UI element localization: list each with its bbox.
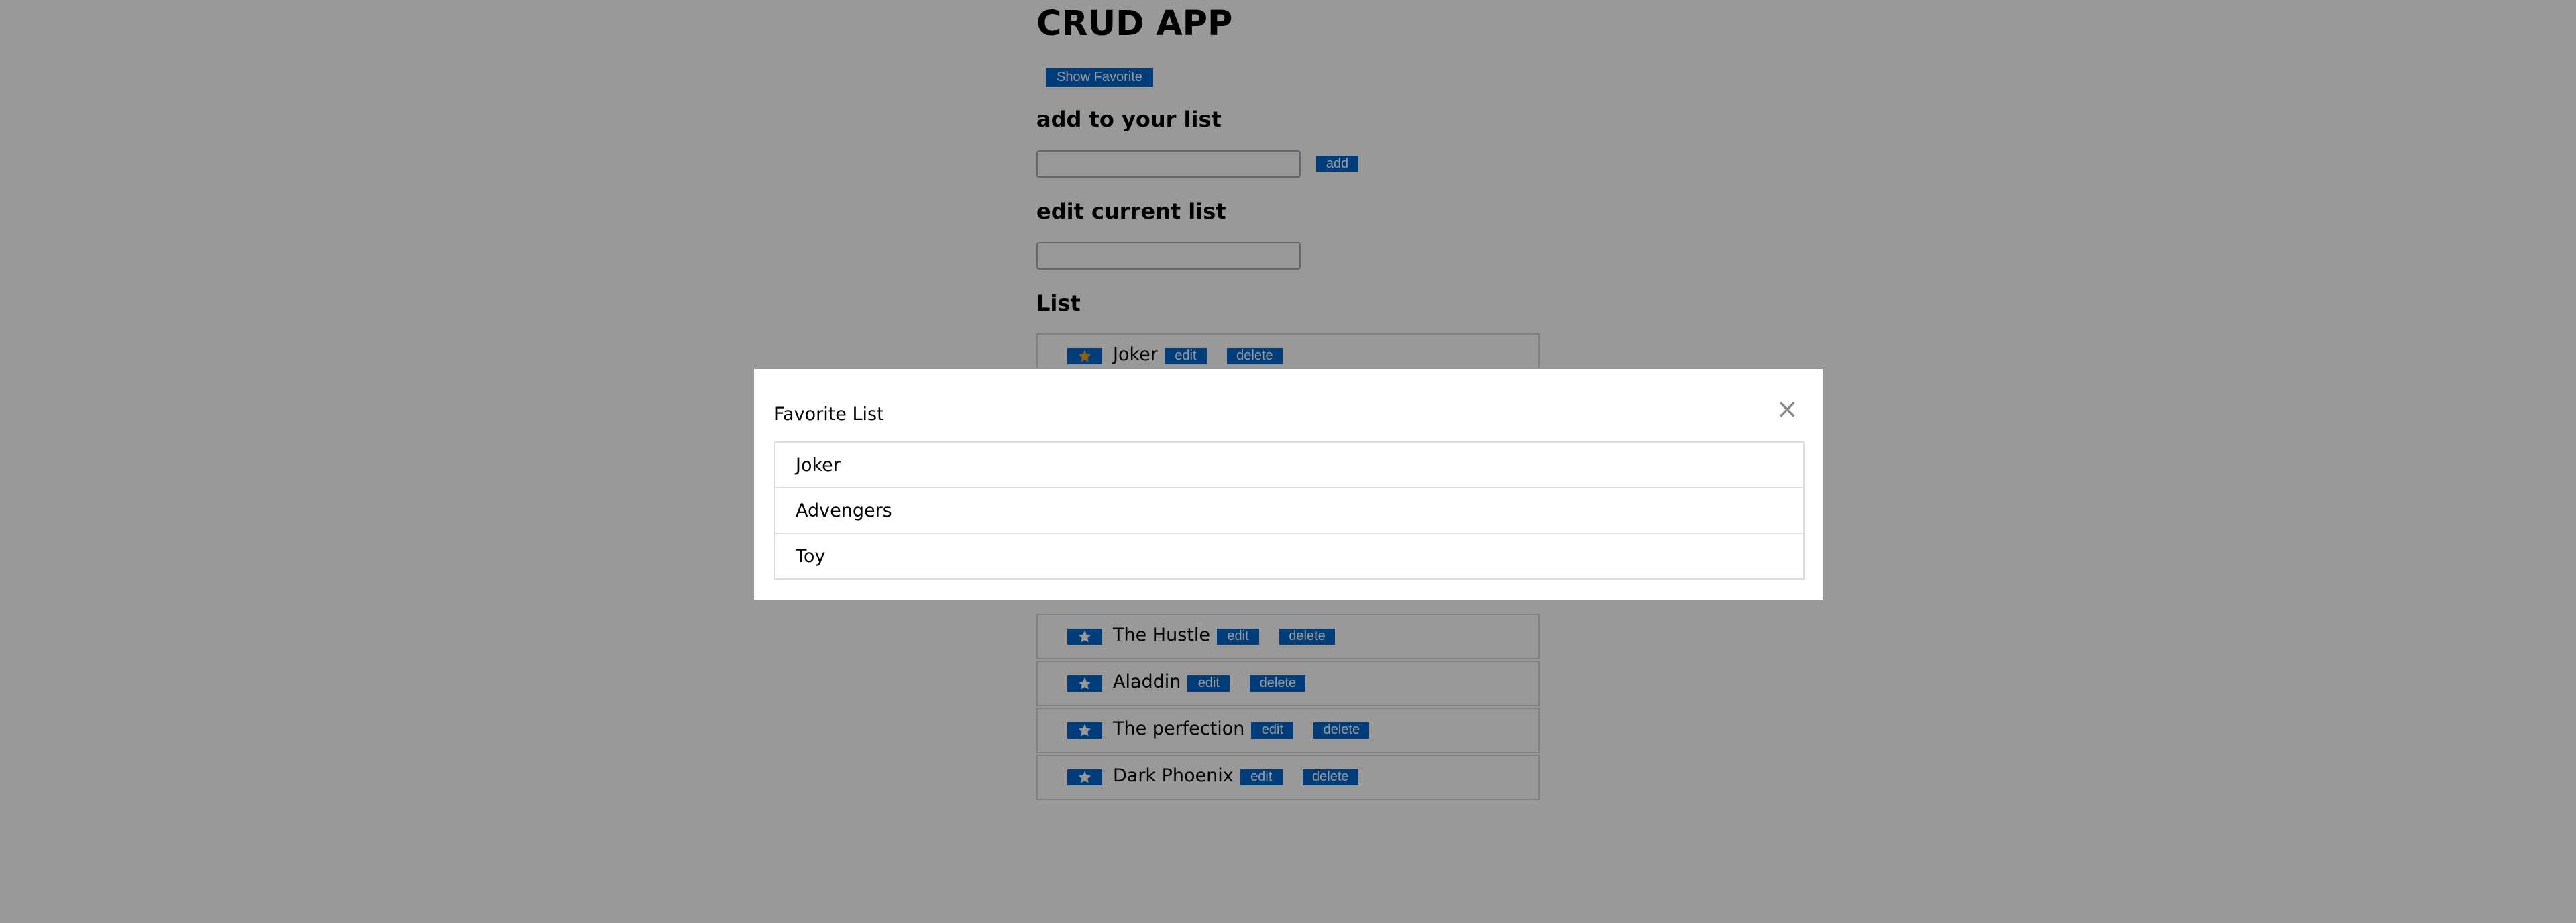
close-icon[interactable]: × [1776, 396, 1799, 423]
modal-title: Favorite List [774, 404, 884, 425]
favorite-item-title: Toy [796, 546, 826, 567]
favorite-list-item: Joker [774, 441, 1805, 488]
favorite-list-modal: Favorite List × Joker Advengers Toy [753, 368, 1824, 601]
favorite-list: Joker Advengers Toy [774, 441, 1805, 580]
favorite-list-item: Advengers [774, 487, 1805, 534]
favorite-item-title: Joker [796, 455, 841, 476]
favorite-list-item: Toy [774, 533, 1805, 580]
favorite-item-title: Advengers [796, 500, 892, 521]
